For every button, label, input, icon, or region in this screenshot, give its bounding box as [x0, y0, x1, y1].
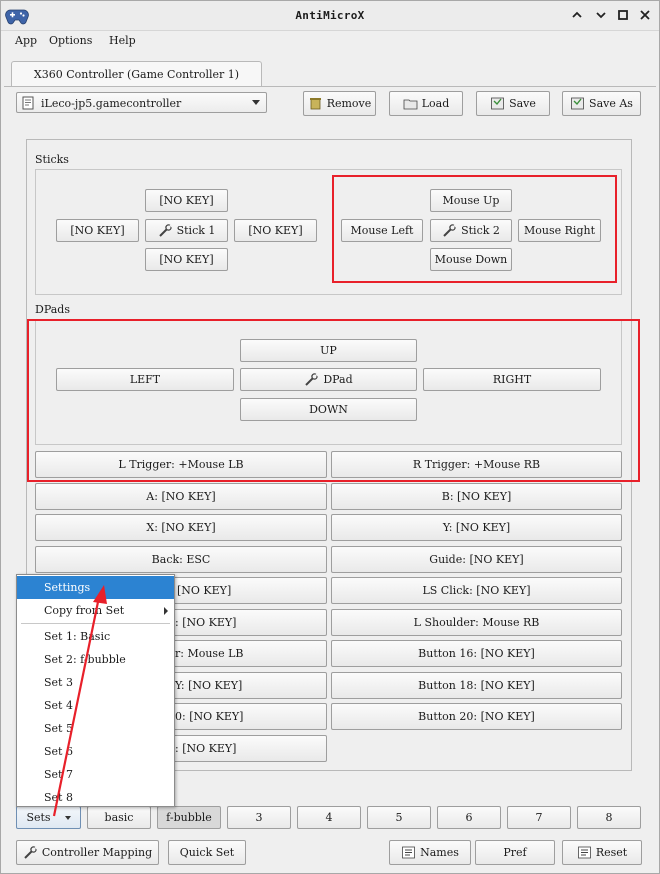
app-window: AntiMicroX App Options Help X360 Control… — [0, 0, 660, 874]
annotation-arrow — [52, 585, 107, 817]
